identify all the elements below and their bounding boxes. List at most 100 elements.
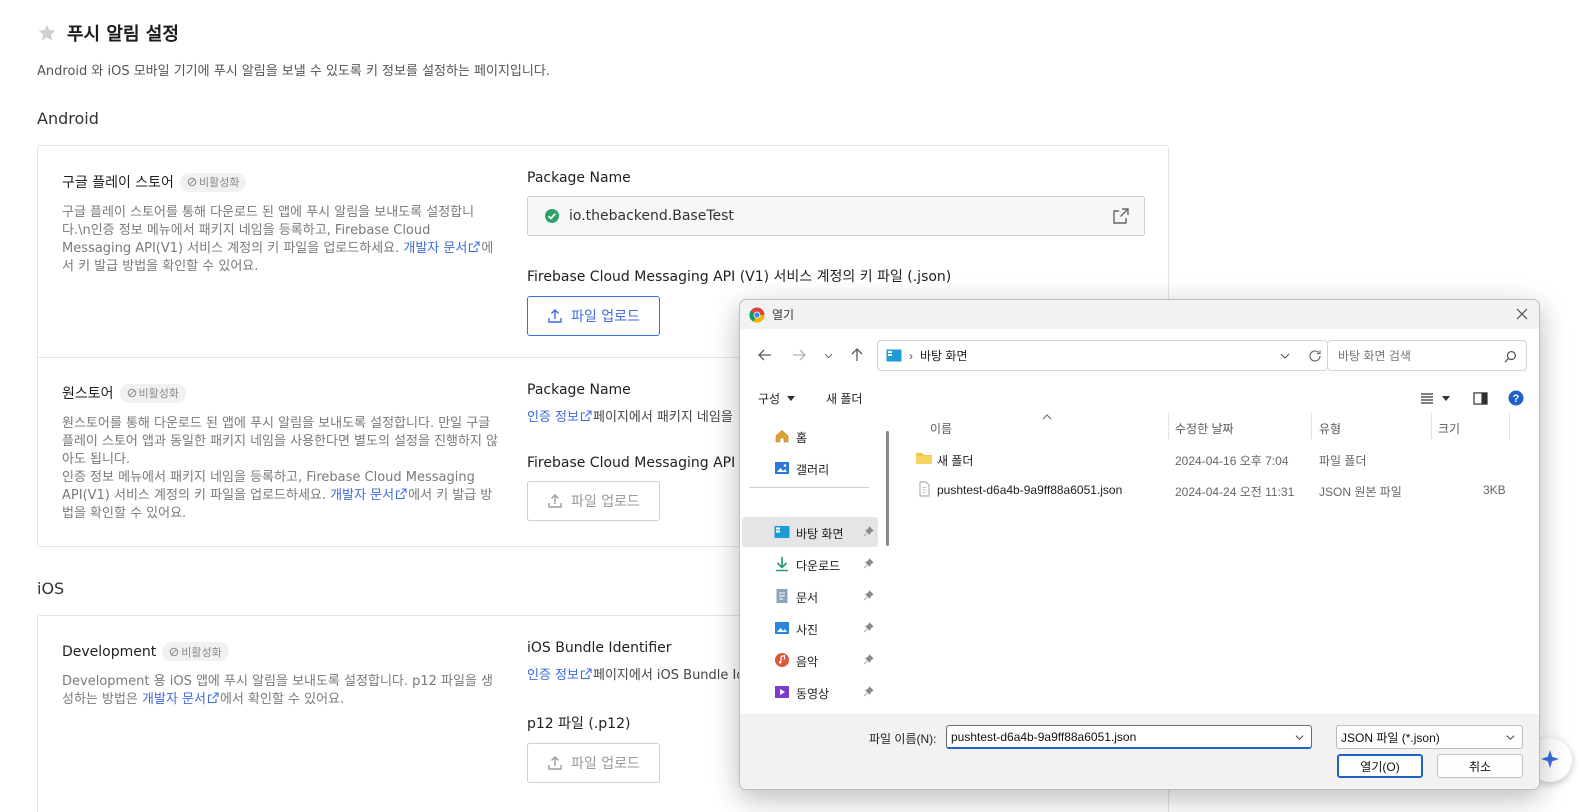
preview-pane-icon [1473,391,1488,405]
development-title: Development 비활성화 [62,642,502,661]
organize-button[interactable]: 구성 [758,390,796,407]
google-play-description: 구글 플레이 스토어를 통해 다운로드 된 앱에 푸시 알림을 보내도록 설정합… [62,205,494,274]
developer-docs-link[interactable]: 개발자 문서 [330,488,394,503]
navigation-scrollbar[interactable] [886,431,889,546]
filename-input[interactable]: pushtest-d6a4b-9a9ff88a6051.json [946,725,1312,749]
arrow-left-icon [758,349,771,361]
back-button[interactable] [750,340,780,370]
preview-pane-button[interactable] [1473,385,1488,411]
dialog-footer: 파일 이름(N): pushtest-d6a4b-9a9ff88a6051.js… [740,714,1539,789]
upload-icon [548,494,562,508]
column-date[interactable]: 수정한 날짜 [1175,413,1234,443]
credentials-link[interactable]: 인증 정보 [527,668,579,683]
pin-icon [863,654,874,665]
pin-icon [863,558,874,569]
address-bar[interactable]: › 바탕 화면 [877,340,1328,371]
pin-icon [863,686,874,697]
nav-divider [749,487,869,488]
dialog-titlebar: 열기 [740,300,1539,329]
download-icon [776,557,788,572]
column-name[interactable]: 이름 [930,413,952,443]
disabled-icon [127,388,136,398]
search-icon [1504,351,1516,363]
address-value: 바탕 화면 [920,349,968,363]
document-icon [776,589,788,603]
status-badge: 비활성화 [179,172,247,192]
close-icon[interactable] [1514,306,1530,322]
upload-file-button[interactable]: 파일 업로드 [527,296,660,336]
status-badge: 비활성화 [162,642,229,661]
dialog-toolbar: 구성 새 폴더 ? [740,385,1539,411]
search-box[interactable] [1327,340,1527,371]
page-header: 푸시 알림 설정 [37,20,179,46]
file-row[interactable]: pushtest-d6a4b-9a9ff88a6051.json 2024-04… [895,475,1525,505]
forward-button[interactable] [784,340,814,370]
svg-text:?: ? [1513,393,1520,405]
column-type[interactable]: 유형 [1319,413,1341,443]
list-view-icon [1421,393,1433,404]
external-link-icon [580,410,592,422]
column-divider [1311,413,1312,439]
open-button[interactable]: 열기(O) [1337,754,1423,778]
package-name-value: io.thebackend.BaseTest [569,208,734,224]
android-heading: Android [37,109,99,128]
cancel-button[interactable]: 취소 [1437,754,1523,778]
column-divider [1168,413,1169,439]
nav-item-desktop[interactable]: 바탕 화면 [742,517,878,547]
google-play-title: 구글 플레이 스토어 비활성화 [62,172,502,192]
external-link-icon [580,668,592,680]
upload-file-button[interactable]: 파일 업로드 [527,481,660,521]
chevron-down-icon[interactable] [1294,732,1305,743]
column-size[interactable]: 크기 [1438,413,1460,443]
desktop-icon [774,526,790,538]
chevron-down-icon[interactable] [1279,350,1291,362]
recent-locations-button[interactable] [818,340,838,370]
filename-label: 파일 이름(N): [869,732,937,746]
search-input[interactable] [1338,348,1488,363]
development-description: Development 용 iOS 앱에 푸시 알림을 보내도록 설정합니다. … [62,674,494,707]
nav-item-gallery[interactable]: 갤러리 [742,453,878,483]
file-row[interactable]: 새 폴더 2024-04-16 오후 7:04 파일 폴더 [895,444,1525,474]
onestore-title: 원스토어 비활성화 [62,383,502,403]
pictures-icon [775,622,789,634]
nav-item-pictures[interactable]: 사진 [742,613,878,643]
help-button[interactable]: ? [1508,385,1524,411]
nav-item-downloads[interactable]: 다운로드 [742,549,878,579]
credentials-link[interactable]: 인증 정보 [527,410,579,425]
dialog-title: 열기 [772,308,795,322]
breadcrumb-separator: › [909,348,913,363]
help-icon: ? [1508,390,1524,406]
external-link-icon [207,692,219,704]
column-divider [1509,413,1510,439]
json-file-icon [919,481,930,497]
nav-item-music[interactable]: 음악 [742,645,878,675]
ios-heading: iOS [37,579,65,598]
gallery-icon [775,462,789,474]
chrome-icon [749,307,765,323]
column-divider [1431,413,1432,439]
refresh-icon[interactable] [1307,348,1323,364]
external-link-icon [396,488,407,500]
nav-item-home[interactable]: 홈 [742,421,878,451]
up-button[interactable] [842,340,872,370]
page-description: Android 와 iOS 모바일 기기에 푸시 알림을 보낼 수 있도록 키 … [37,64,550,79]
home-icon [775,430,789,443]
view-options-button[interactable] [1420,385,1451,411]
pin-icon [863,590,874,601]
new-folder-button[interactable]: 새 폴더 [826,390,862,407]
pin-icon [863,526,874,537]
nav-item-documents[interactable]: 문서 [742,581,878,611]
developer-docs-link[interactable]: 개발자 문서 [403,241,467,256]
developer-docs-link[interactable]: 개발자 문서 [142,692,206,707]
chevron-down-icon [1506,735,1515,741]
star-icon[interactable] [37,23,57,43]
open-external-icon[interactable] [1112,207,1130,225]
page-title: 푸시 알림 설정 [67,24,179,45]
disabled-icon [170,647,179,656]
file-type-select[interactable]: JSON 파일 (*.json) [1336,725,1523,749]
arrow-right-icon [793,349,806,361]
nav-item-videos[interactable]: 동영상 [742,677,878,707]
upload-file-button[interactable]: 파일 업로드 [527,743,660,783]
package-name-field: io.thebackend.BaseTest [527,196,1145,236]
navigation-buttons [750,340,872,370]
